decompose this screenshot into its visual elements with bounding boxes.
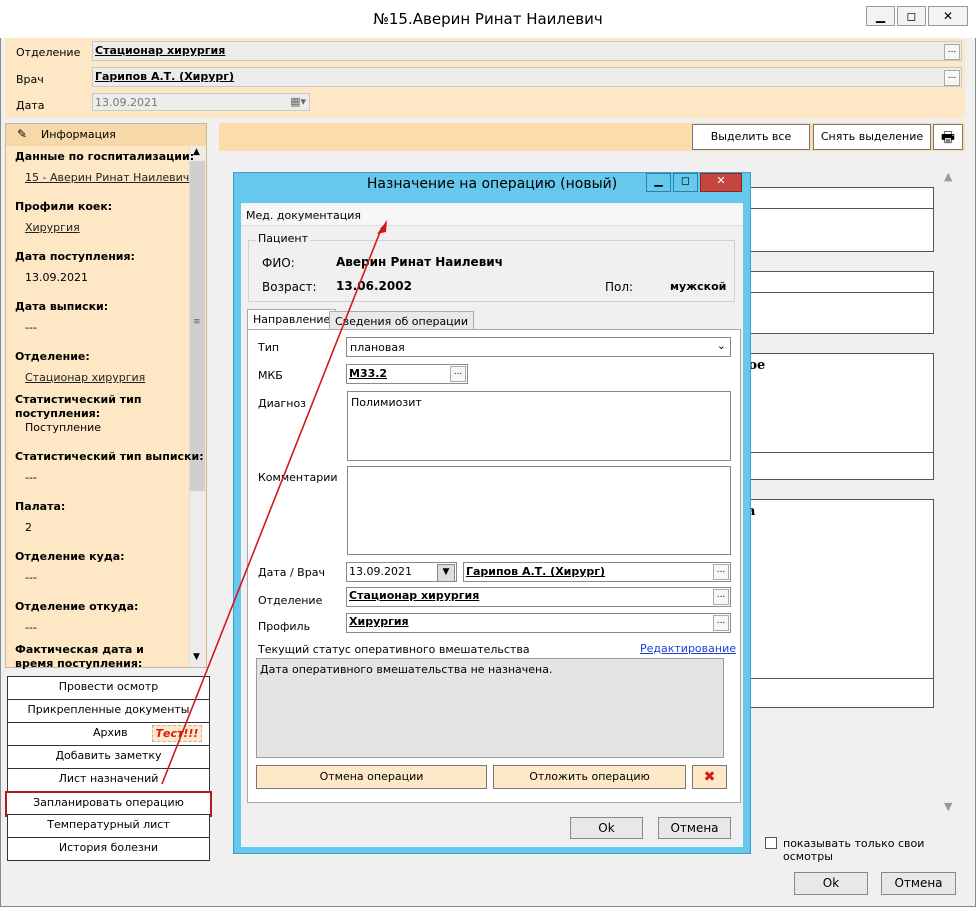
annotation-arrow-line — [161, 226, 383, 785]
annotation-arrow — [161, 220, 387, 785]
annotation-arrowhead — [377, 220, 387, 234]
